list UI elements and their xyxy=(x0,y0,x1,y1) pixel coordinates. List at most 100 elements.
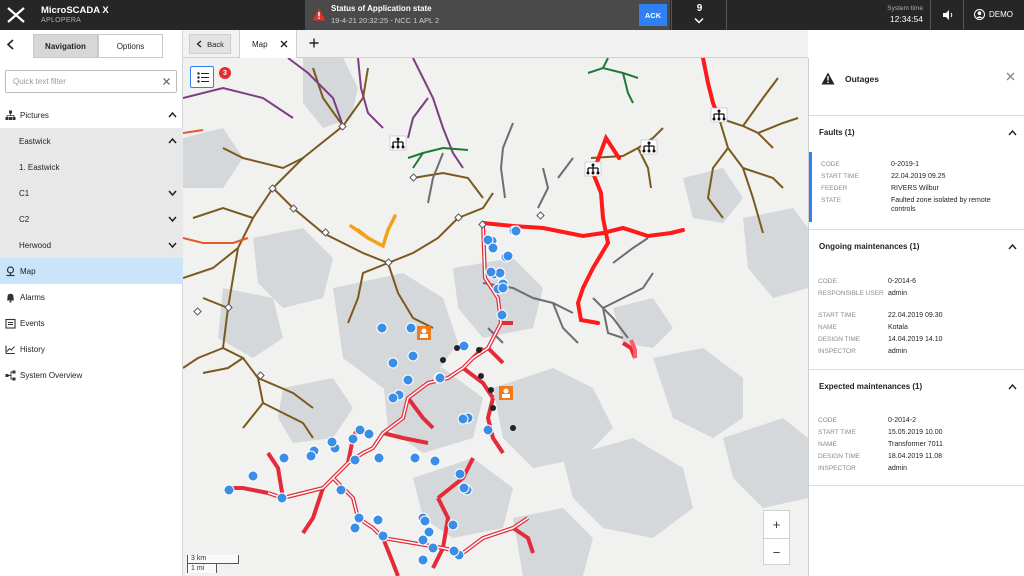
zoom-in-button[interactable]: + xyxy=(764,511,789,538)
phone-icon xyxy=(488,387,494,393)
ack-button[interactable]: ACK xyxy=(639,4,667,26)
fault-row: CODE 0-2019-1 xyxy=(821,161,920,168)
fault-row: STATE Faulted zone isolated by remote con… xyxy=(821,197,991,213)
expected-row: NAME Transformer 7011 xyxy=(818,441,943,448)
segment-options[interactable]: Options xyxy=(98,34,163,58)
highlighted-line xyxy=(349,214,397,249)
zoom-control: + − xyxy=(763,510,790,565)
sidebar-item-pictures[interactable]: Pictures xyxy=(0,102,183,128)
chevron-up-icon xyxy=(168,137,177,144)
alarm-banner[interactable]: Status of Application state 19-4-21 20:3… xyxy=(305,0,670,30)
back-button[interactable]: Back xyxy=(189,34,231,54)
top-bar: MicroSCADA X APLOPERA Status of Applicat… xyxy=(0,0,1024,30)
worker-icon xyxy=(417,326,431,340)
alarm-count-toggle[interactable]: 9 xyxy=(671,0,727,30)
segment-navigation[interactable]: Navigation xyxy=(33,34,98,58)
scale-mi: 1 mi xyxy=(187,564,217,573)
close-icon[interactable] xyxy=(1006,72,1015,81)
tab-label: Map xyxy=(252,40,268,49)
ongoing-row: INSPECTOR admin xyxy=(818,348,908,355)
chevron-left-icon[interactable] xyxy=(6,39,15,50)
substation-icon xyxy=(710,107,728,123)
network-map[interactable] xyxy=(183,58,808,576)
sidebar-item-history[interactable]: History xyxy=(0,336,183,362)
expected-header[interactable]: Expected maintenances (1) xyxy=(819,382,922,391)
sidebar-item-herwood[interactable]: Herwood xyxy=(0,232,183,258)
sidebar-item-1-eastwick[interactable]: 1. Eastwick xyxy=(0,154,183,180)
fault-card[interactable]: CODE 0-2019-1 START TIME 22.04.2019 09.25 … xyxy=(809,152,1024,222)
layers-button[interactable]: 3 xyxy=(190,66,231,88)
expected-card[interactable]: CODE 0-2014-2 START TIME 15.05.2019 10.00 … xyxy=(809,406,1024,482)
sidebar-item-label: System Overview xyxy=(20,370,83,380)
ongoing-maintenances-section: Ongoing maintenances (1) CODE 0-2014-6 RE… xyxy=(809,230,1024,370)
sidebar-item-c2[interactable]: C2 xyxy=(0,206,183,232)
user-icon[interactable] xyxy=(974,9,985,20)
faults-header[interactable]: Faults (1) xyxy=(819,128,855,137)
tab-bar: Back Map xyxy=(183,30,808,59)
sidebar-item-label: C1 xyxy=(19,188,30,198)
alarm-detail: 19-4-21 20:32:25 - NCC 1 APL 2 xyxy=(331,16,440,25)
phone-icon xyxy=(440,357,446,363)
ongoing-row: DESIGN TIME 14.04.2019 14.10 xyxy=(818,336,943,343)
map-pin-icon xyxy=(6,265,15,276)
sidebar-item-events[interactable]: Events xyxy=(0,310,183,336)
ongoing-row: RESPONSIBLE USER admin xyxy=(818,290,908,297)
warning-icon xyxy=(312,8,326,21)
sidebar-item-system-overview[interactable]: System Overview xyxy=(0,362,183,388)
zoom-out-button[interactable]: − xyxy=(764,538,789,565)
chevron-up-icon[interactable] xyxy=(1008,243,1017,250)
worker-icon xyxy=(499,386,513,400)
events-icon xyxy=(5,318,16,329)
outages-header: Outages xyxy=(809,58,1024,116)
list-icon xyxy=(197,72,209,83)
chevron-up-icon[interactable] xyxy=(1008,383,1017,390)
sound-toggle[interactable] xyxy=(930,0,964,30)
outages-panel: Outages Faults (1) CODE 0-2019-1 START TI… xyxy=(808,58,1024,576)
sidebar-item-label: History xyxy=(20,344,45,354)
sidebar-item-map[interactable]: Map xyxy=(0,258,183,284)
ongoing-row: NAME Kotala xyxy=(818,324,908,331)
sidebar-item-c1[interactable]: C1 xyxy=(0,180,183,206)
phone-icon xyxy=(510,425,516,431)
sidebar-item-label: C2 xyxy=(19,214,30,224)
bell-icon xyxy=(7,293,14,303)
sidebar-segment-control: Navigation Options xyxy=(33,34,163,58)
add-tab-icon[interactable] xyxy=(309,38,319,48)
speaker-icon xyxy=(943,10,953,20)
tab-map[interactable]: Map xyxy=(239,30,297,59)
scale-km: 3 km xyxy=(187,555,239,564)
clear-filter-icon[interactable] xyxy=(162,77,171,86)
sidebar-item-eastwick[interactable]: Eastwick xyxy=(0,128,183,154)
expected-maintenances-section: Expected maintenances (1) CODE 0-2014-2 S… xyxy=(809,370,1024,486)
chevron-up-icon[interactable] xyxy=(1008,129,1017,136)
alarm-title: Status of Application state xyxy=(331,4,432,13)
chevron-down-icon xyxy=(168,216,177,223)
chevron-up-icon xyxy=(168,111,177,118)
map-view[interactable]: 3 + − 3 km 1 mi xyxy=(183,58,808,576)
system-overview-icon xyxy=(5,370,16,380)
ongoing-card[interactable]: CODE 0-2014-6 RESPONSIBLE USER admin START… xyxy=(809,266,1024,366)
substation-icon xyxy=(640,139,658,155)
phone-icon xyxy=(476,347,482,353)
chevron-down-icon xyxy=(694,17,704,24)
expected-row: CODE 0-2014-2 xyxy=(818,417,917,424)
layer-count-badge: 3 xyxy=(219,67,231,79)
ongoing-row: START TIME 22.04.2019 09.30 xyxy=(818,312,943,319)
tree-icon xyxy=(5,110,16,120)
close-tab-icon[interactable] xyxy=(280,40,288,48)
ongoing-header[interactable]: Ongoing maintenances (1) xyxy=(819,242,919,251)
app-logo-icon xyxy=(7,7,25,23)
quick-filter-input[interactable] xyxy=(5,70,177,93)
sidebar-item-label: Events xyxy=(20,318,45,328)
chevron-left-icon xyxy=(196,40,202,48)
expected-row: DESIGN TIME 18.04.2019 11.08 xyxy=(818,453,942,460)
sidebar-item-alarms[interactable]: Alarms xyxy=(0,284,183,310)
fault-row: FEEDER RIVERS Wilbur xyxy=(821,185,939,192)
faults-section: Faults (1) CODE 0-2019-1 START TIME 22.04.… xyxy=(809,116,1024,230)
sidebar-item-label: Alarms xyxy=(20,292,45,302)
app-subtitle: APLOPERA xyxy=(41,17,82,24)
user-name[interactable]: DEMO xyxy=(989,10,1013,19)
sidebar-nav: Pictures Eastwick 1. Eastwick C1 C2 Herw… xyxy=(0,102,183,388)
phone-icon xyxy=(490,405,496,411)
history-icon xyxy=(5,345,15,354)
